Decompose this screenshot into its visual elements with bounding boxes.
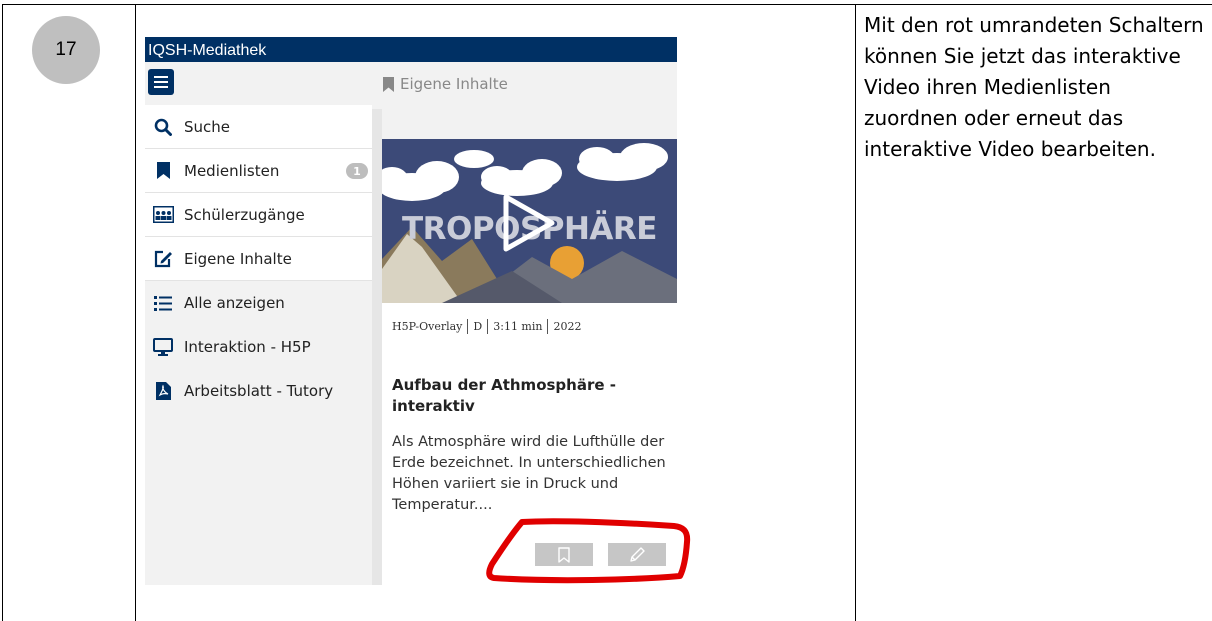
sidebar-item-label: Schülerzugänge: [184, 205, 305, 224]
step-number-badge: 17: [32, 16, 100, 84]
media-meta: H5P-Overlay D 3:11 min 2022: [392, 319, 581, 334]
meta-separator: [467, 319, 469, 334]
edit-square-icon: [152, 249, 174, 269]
media-description: Als Atmosphäre wird die Lufthülle der Er…: [392, 434, 666, 513]
pdf-file-icon: [152, 381, 174, 401]
sidebar-item-label: Eigene Inhalte: [184, 249, 292, 268]
table-border-left: [2, 4, 3, 621]
step-number: 17: [55, 39, 77, 60]
media-title[interactable]: Aufbau der Athmosphäre - interaktiv: [392, 375, 662, 417]
meta-separator: [547, 319, 549, 334]
meta-year: 2022: [553, 320, 582, 333]
sidebar-item-label: Medienlisten: [184, 161, 280, 180]
bookmark-outline-icon: [558, 546, 570, 563]
sidebar-item-label: Interaktion - H5P: [184, 338, 311, 356]
sidebar-item-alle-anzeigen[interactable]: Alle anzeigen: [145, 281, 372, 325]
add-to-medialist-button[interactable]: [535, 543, 593, 566]
meta-separator: [487, 319, 489, 334]
video-thumbnail[interactable]: TROPOSPHÄRE: [382, 139, 677, 303]
bookmark-icon: [152, 161, 174, 181]
pencil-icon: [629, 547, 645, 562]
meta-type: H5P-Overlay: [392, 320, 463, 333]
play-icon[interactable]: [500, 193, 556, 253]
meta-language: D: [473, 320, 483, 333]
sidebar-item-arbeitsblatt-tutory[interactable]: Arbeitsblatt - Tutory: [145, 369, 372, 413]
sidebar-item-suche[interactable]: Suche: [145, 105, 372, 149]
hamburger-menu-icon[interactable]: [148, 69, 174, 95]
edit-button[interactable]: [608, 543, 666, 566]
app-screenshot: IQSH-Mediathek Eigene Inhalte Suche Medi…: [145, 37, 677, 585]
meta-duration: 3:11 min: [493, 320, 543, 333]
table-border-middle: [135, 4, 136, 621]
sidebar-item-schuelerzugaenge[interactable]: Schülerzugänge: [145, 193, 372, 237]
sidebar-item-label: Suche: [184, 117, 231, 136]
instruction-text: Mit den rot umrandeten Schaltern können …: [864, 13, 1204, 161]
sidebar: Suche Medienlisten 1 Schülerzugänge Eige…: [145, 105, 372, 585]
section-title-label: Eigene Inhalte: [400, 75, 508, 93]
sidebar-item-label: Alle anzeigen: [184, 294, 285, 312]
table-border-right: [855, 4, 856, 621]
content-area: [372, 109, 382, 585]
sidebar-item-label: Arbeitsblatt - Tutory: [184, 382, 334, 400]
table-border-top: [2, 4, 1212, 5]
app-title: IQSH-Mediathek: [148, 42, 267, 59]
search-icon: [152, 117, 174, 137]
monitor-icon: [152, 337, 174, 357]
list-icon: [152, 293, 174, 313]
sidebar-item-medienlisten[interactable]: Medienlisten 1: [145, 149, 372, 193]
section-title: Eigene Inhalte: [383, 74, 508, 94]
sidebar-item-eigene-inhalte[interactable]: Eigene Inhalte: [145, 237, 372, 281]
sidebar-item-interaktion-h5p[interactable]: Interaktion - H5P: [145, 325, 372, 369]
media-card[interactable]: TROPOSPHÄRE H5P-Overlay D 3:11 min 2022 …: [382, 139, 677, 585]
users-grid-icon: [152, 205, 174, 225]
bookmark-icon: [383, 76, 394, 92]
count-badge: 1: [346, 163, 368, 179]
app-header: IQSH-Mediathek: [145, 37, 677, 62]
